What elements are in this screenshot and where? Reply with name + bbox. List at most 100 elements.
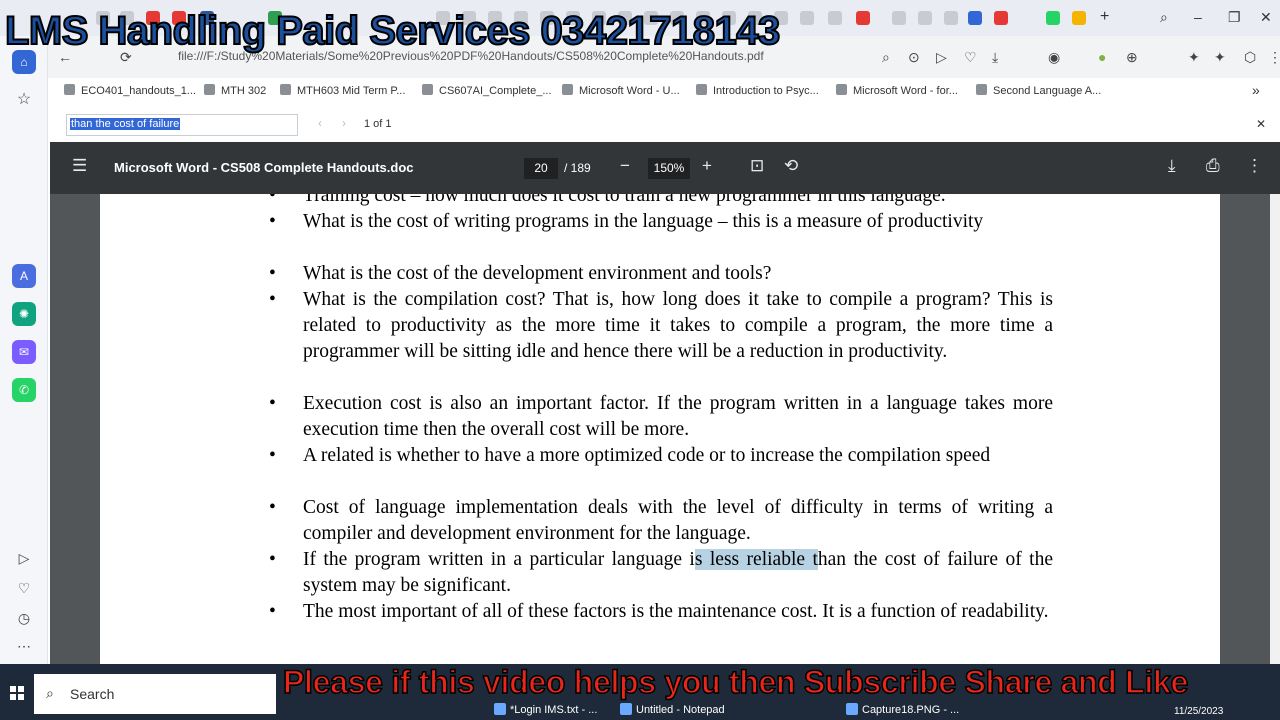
find-query: than the cost of failure bbox=[70, 118, 181, 130]
bookmark-item[interactable]: Microsoft Word - U... bbox=[562, 84, 680, 97]
find-previous-icon[interactable]: ‹ bbox=[318, 116, 322, 130]
taskbar-app[interactable]: Untitled - Notepad bbox=[620, 703, 725, 716]
left-sidebar: ⌂ ☆ A ✺ ✉ ✆ ▷ ♡ ◷ ⋯ bbox=[0, 36, 48, 664]
bookmark-item[interactable]: CS607AI_Complete_... bbox=[422, 84, 552, 97]
zoom-out-icon[interactable]: − bbox=[620, 156, 630, 176]
extension-icon[interactable]: ✦ bbox=[1188, 49, 1200, 66]
pdf-tab-icon[interactable] bbox=[994, 11, 1008, 25]
notepad-icon bbox=[620, 703, 632, 715]
list-item: What is the compilation cost? That is, h… bbox=[269, 287, 1053, 365]
profile-icon[interactable]: ◉ bbox=[1048, 49, 1060, 66]
list-item: The most important of all of these facto… bbox=[269, 599, 1053, 625]
scrollbar[interactable] bbox=[1270, 194, 1280, 664]
tab-icon[interactable] bbox=[828, 11, 842, 25]
search-highlight: s less reliable t bbox=[694, 549, 818, 570]
pdf-title: Microsoft Word - CS508 Complete Handouts… bbox=[114, 160, 414, 175]
rotate-icon[interactable]: ⟲ bbox=[784, 156, 798, 176]
list-item: Execution cost is also an important fact… bbox=[269, 391, 1053, 443]
search-icon: ⌕ bbox=[46, 685, 54, 701]
page-total: / 189 bbox=[564, 161, 591, 175]
bookmark-icon bbox=[696, 84, 707, 95]
download-icon[interactable]: ⤓ bbox=[1168, 156, 1176, 176]
extension-icon[interactable]: ✦ bbox=[1214, 49, 1226, 66]
whatsapp-icon[interactable]: ✆ bbox=[12, 378, 36, 402]
list-item: What is the cost of the development envi… bbox=[269, 261, 1053, 287]
read-aloud-icon[interactable]: ▷ bbox=[936, 49, 947, 66]
whatsapp-tab-icon[interactable] bbox=[1046, 11, 1060, 25]
find-next-icon[interactable]: › bbox=[342, 116, 346, 130]
pdf-toolbar: ☰ Microsoft Word - CS508 Complete Handou… bbox=[50, 142, 1280, 194]
extension-icon[interactable]: ⬡ bbox=[1244, 49, 1256, 66]
play-icon[interactable]: ▷ bbox=[12, 546, 36, 570]
history-icon[interactable]: ◷ bbox=[12, 606, 36, 630]
more-icon[interactable]: ⋮ bbox=[1268, 49, 1280, 66]
list-item: Cost of language implementation deals wi… bbox=[269, 495, 1053, 547]
screenshot-icon[interactable]: ⊙ bbox=[908, 49, 920, 66]
taskbar-app[interactable]: Capture18.PNG - ... bbox=[846, 703, 959, 716]
close-find-icon[interactable]: ✕ bbox=[1256, 117, 1266, 131]
notepad-icon bbox=[494, 703, 506, 715]
microsoft-tab-icon[interactable] bbox=[1072, 11, 1086, 25]
taskbar-search[interactable]: ⌕ Search bbox=[34, 674, 276, 714]
zoom-icon[interactable]: ⌕ bbox=[882, 49, 890, 66]
downloads-icon[interactable]: ⤓ bbox=[992, 49, 998, 66]
list-item: Training cost – how much does it cost to… bbox=[269, 194, 1053, 209]
messenger-icon[interactable]: ✉ bbox=[12, 340, 36, 364]
tab-icon[interactable] bbox=[800, 11, 814, 25]
paint-icon bbox=[846, 703, 858, 715]
tab-icon[interactable] bbox=[944, 11, 958, 25]
new-tab-icon[interactable]: + bbox=[1100, 8, 1109, 26]
find-bar: than the cost of failure ‹ › 1 of 1 ✕ bbox=[48, 108, 1280, 142]
pdf-tab-icon[interactable] bbox=[856, 11, 870, 25]
bookmark-icon bbox=[562, 84, 573, 95]
restore-icon[interactable]: ❐ bbox=[1228, 9, 1241, 26]
search-tabs-icon[interactable]: ⌕ bbox=[1160, 9, 1168, 26]
page-number-input[interactable]: 20 bbox=[524, 158, 558, 179]
bookmark-item[interactable]: Microsoft Word - for... bbox=[836, 84, 958, 97]
bookmarks-bar: ECO401_handouts_1... MTH 302 MTH603 Mid … bbox=[48, 80, 1280, 104]
bookmark-icon bbox=[836, 84, 847, 95]
tab-icon[interactable] bbox=[918, 11, 932, 25]
menu-icon[interactable]: ☰ bbox=[72, 156, 87, 176]
favorite-icon[interactable]: ♡ bbox=[964, 49, 977, 66]
find-input[interactable]: than the cost of failure bbox=[66, 114, 298, 136]
bookmark-icon bbox=[422, 84, 433, 95]
overlay-bottom: Please if this video helps you then Subs… bbox=[282, 663, 1189, 701]
bookmark-icon bbox=[280, 84, 291, 95]
overlay-title: LMS Handling Paid Services 03421718143 bbox=[4, 8, 781, 54]
extension-icon[interactable]: ● bbox=[1098, 49, 1106, 65]
bookmark-icon bbox=[64, 84, 75, 95]
bookmark-icon bbox=[204, 84, 215, 95]
app-icon[interactable]: A bbox=[12, 264, 36, 288]
code-tab-icon[interactable] bbox=[968, 11, 982, 25]
list-item: A related is whether to have a more opti… bbox=[269, 443, 1053, 469]
windows-start-icon[interactable] bbox=[10, 686, 24, 700]
fit-page-icon[interactable]: ⊡ bbox=[750, 156, 764, 176]
bookmark-item[interactable]: Introduction to Psyc... bbox=[696, 84, 819, 97]
favorites-icon[interactable]: ☆ bbox=[12, 88, 36, 112]
close-window-icon[interactable]: ✕ bbox=[1260, 9, 1272, 26]
more-actions-icon[interactable]: ⋮ bbox=[1246, 156, 1263, 176]
chatgpt-icon[interactable]: ✺ bbox=[12, 302, 36, 326]
print-icon[interactable]: ⎙ bbox=[1206, 156, 1220, 176]
bookmark-item[interactable]: MTH603 Mid Term P... bbox=[280, 84, 405, 97]
list-item: If the program written in a particular l… bbox=[269, 547, 1053, 599]
pdf-page: Training cost – how much does it cost to… bbox=[100, 194, 1220, 664]
find-count: 1 of 1 bbox=[364, 118, 392, 130]
bookmark-icon bbox=[976, 84, 987, 95]
extension-icon[interactable]: ⊕ bbox=[1126, 49, 1138, 66]
zoom-in-icon[interactable]: + bbox=[702, 156, 712, 176]
taskbar-date: 11/25/2023 bbox=[1174, 706, 1224, 717]
minimize-icon[interactable]: – bbox=[1194, 9, 1202, 25]
list-item: What is the cost of writing programs in … bbox=[269, 209, 1053, 235]
bookmarks-more-icon[interactable]: » bbox=[1252, 82, 1260, 98]
pdf-canvas[interactable]: Training cost – how much does it cost to… bbox=[50, 194, 1280, 664]
bookmark-item[interactable]: MTH 302 bbox=[204, 84, 266, 97]
bookmark-item[interactable]: ECO401_handouts_1... bbox=[64, 84, 196, 97]
heart-icon[interactable]: ♡ bbox=[12, 576, 36, 600]
bookmark-item[interactable]: Second Language A... bbox=[976, 84, 1101, 97]
taskbar-app[interactable]: *Login IMS.txt - ... bbox=[494, 703, 597, 716]
zoom-input[interactable]: 150% bbox=[648, 158, 690, 179]
amazon-tab-icon[interactable] bbox=[892, 11, 906, 25]
more-icon[interactable]: ⋯ bbox=[12, 634, 36, 658]
